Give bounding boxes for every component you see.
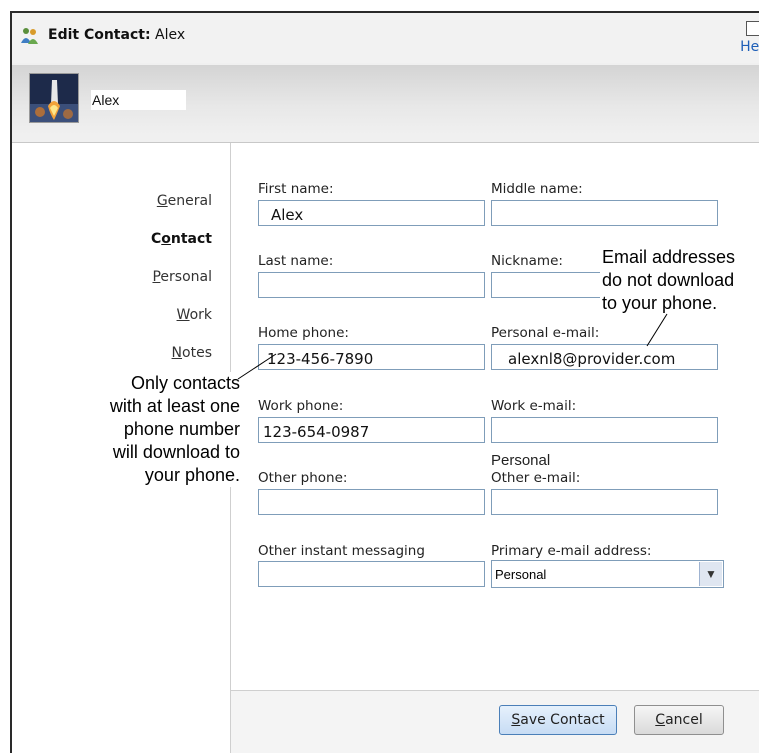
restore-icon[interactable] <box>746 21 759 36</box>
nav-item-personal[interactable]: Personal <box>152 269 212 285</box>
last-name-input[interactable] <box>258 272 485 298</box>
nav-item-contact[interactable]: Contact <box>151 231 212 247</box>
work-phone-input[interactable]: 123-654-0987 <box>258 417 485 443</box>
work-phone-label: Work phone: <box>258 398 344 414</box>
personal-email-label: Personal e-mail: <box>491 325 600 341</box>
cancel-button[interactable]: Cancel <box>634 705 724 735</box>
form-footer: Save Contact Cancel <box>231 690 759 753</box>
avatar[interactable] <box>29 73 79 123</box>
primary-email-value: Personal <box>495 567 547 582</box>
first-name-label: First name: <box>258 181 334 197</box>
email-download-callout: Email addresses do not download to your … <box>600 246 759 315</box>
primary-email-label: Primary e-mail address: <box>491 543 652 559</box>
first-name-input[interactable]: Alex <box>258 200 485 226</box>
help-link[interactable]: Help <box>740 39 759 55</box>
other-phone-input[interactable] <box>258 489 485 515</box>
other-im-label: Other instant messaging <box>258 543 425 559</box>
middle-name-input[interactable] <box>491 200 718 226</box>
window-title: Edit Contact: Alex <box>48 27 186 43</box>
other-email-annotation: Personal <box>491 452 551 469</box>
save-contact-button[interactable]: Save Contact <box>499 705 617 735</box>
last-name-label: Last name: <box>258 253 334 269</box>
phone-download-callout: Only contacts with at least one phone nu… <box>70 372 240 487</box>
primary-email-select[interactable]: Personal ▼ <box>491 560 724 588</box>
other-im-input[interactable] <box>258 561 485 587</box>
middle-name-label: Middle name: <box>491 181 583 197</box>
nav-item-general[interactable]: General <box>157 193 212 209</box>
home-phone-label: Home phone: <box>258 325 349 341</box>
nickname-label: Nickname: <box>491 253 563 269</box>
contacts-icon <box>20 27 40 45</box>
title-bar: Edit Contact: Alex Help <box>12 13 759 63</box>
nav-item-work[interactable]: Work <box>177 307 212 323</box>
other-email-input[interactable] <box>491 489 718 515</box>
other-email-label: Other e-mail: <box>491 470 581 486</box>
contact-form: First name: Alex Middle name: Last name:… <box>231 143 759 753</box>
contact-display-name: Alex <box>91 90 186 110</box>
other-phone-label: Other phone: <box>258 470 348 486</box>
home-phone-input[interactable]: 123-456-7890 <box>258 344 485 370</box>
nav-item-notes[interactable]: Notes <box>172 345 212 361</box>
work-email-label: Work e-mail: <box>491 398 577 414</box>
chevron-down-icon[interactable]: ▼ <box>699 562 722 586</box>
work-email-input[interactable] <box>491 417 718 443</box>
personal-email-input[interactable]: alexnl8@provider.com <box>491 344 718 370</box>
